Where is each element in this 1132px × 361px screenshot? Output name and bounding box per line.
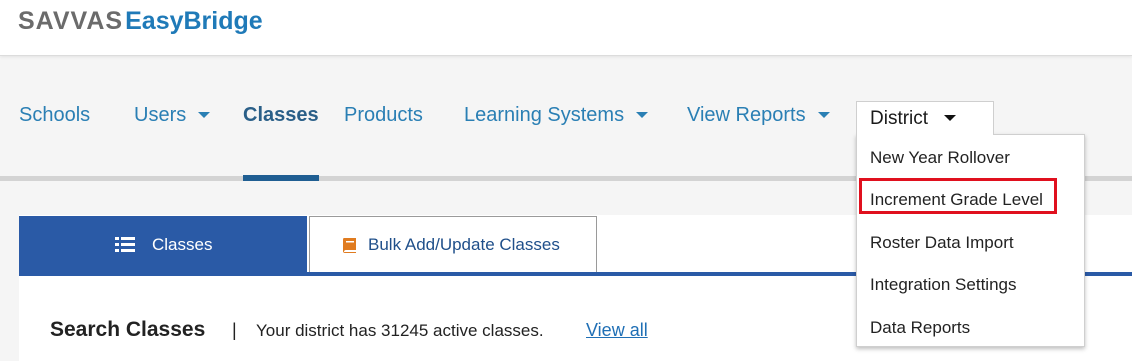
search-classes-heading: Search Classes — [50, 318, 206, 341]
nav-view-reports[interactable]: View Reports — [687, 104, 830, 127]
nav-schools[interactable]: Schools — [19, 104, 90, 127]
menu-item-new-year-rollover[interactable]: New Year Rollover — [870, 148, 1010, 168]
nav-users-label: Users — [134, 104, 187, 126]
nav-learning-systems[interactable]: Learning Systems — [464, 104, 649, 127]
nav-learning-systems-label: Learning Systems — [464, 104, 625, 126]
tab-classes[interactable]: Classes — [19, 216, 307, 274]
list-icon — [115, 237, 135, 258]
nav-products-label: Products — [344, 104, 423, 126]
active-nav-indicator — [243, 175, 319, 181]
chevron-down-icon — [817, 111, 830, 118]
view-all-link[interactable]: View all — [586, 320, 648, 341]
chevron-down-icon — [198, 111, 211, 118]
nav-schools-label: Schools — [19, 104, 91, 126]
chevron-down-icon — [636, 111, 649, 118]
menu-item-roster-data-import[interactable]: Roster Data Import — [870, 233, 1014, 253]
active-classes-count: Your district has 31245 active classes. — [256, 321, 544, 340]
app-header: SAVVASEasyBridge — [0, 0, 1132, 56]
logo-savvas: SAVVAS — [18, 7, 124, 35]
tab-bulk-add-update-classes[interactable]: Bulk Add/Update Classes — [309, 216, 597, 272]
tab-classes-label: Classes — [152, 235, 213, 254]
separator: | — [232, 320, 237, 340]
tab-bulk-label: Bulk Add/Update Classes — [368, 235, 560, 254]
nav-products[interactable]: Products — [344, 104, 423, 127]
district-dropdown-menu: New Year Rollover Increment Grade Level … — [856, 134, 1085, 347]
logo-easybridge: EasyBridge — [125, 7, 263, 35]
savvas-easybridge-logo[interactable]: SAVVASEasyBridge — [18, 7, 263, 36]
nav-view-reports-label: View Reports — [687, 104, 806, 126]
book-icon — [341, 236, 359, 259]
chevron-down-icon — [944, 114, 957, 121]
menu-item-increment-grade-level[interactable]: Increment Grade Level — [870, 190, 1043, 210]
nav-district-button[interactable]: District — [856, 101, 994, 135]
nav-district-label: District — [870, 108, 929, 129]
nav-users[interactable]: Users — [134, 104, 211, 127]
menu-item-data-reports[interactable]: Data Reports — [870, 318, 970, 338]
nav-classes[interactable]: Classes — [243, 104, 319, 127]
menu-item-integration-settings[interactable]: Integration Settings — [870, 275, 1016, 295]
nav-classes-label: Classes — [243, 104, 319, 126]
